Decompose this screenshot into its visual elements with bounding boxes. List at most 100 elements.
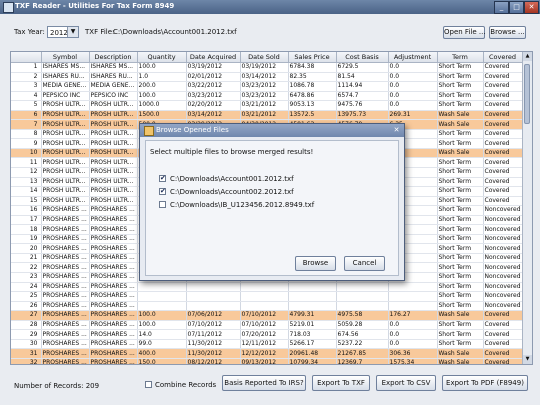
quantity-header[interactable]: Quantity xyxy=(137,52,187,63)
description-cell: PROSHARES ... xyxy=(89,329,138,340)
table-row[interactable]: 31 PROSHARES ... PROSHARES ... 400.0 11/30/2… xyxy=(11,348,523,359)
row-number: 28 xyxy=(11,320,42,331)
dialog-cancel-button[interactable]: Cancel xyxy=(344,256,385,271)
folder-icon xyxy=(144,126,154,136)
covered-cell: Noncovered xyxy=(483,215,523,226)
symbol-cell: PROSH ULTR... xyxy=(41,196,90,207)
covered-header[interactable]: Covered xyxy=(483,52,523,63)
cost-basis-cell: 9475.76 xyxy=(336,100,389,111)
row-number: 3 xyxy=(11,81,42,92)
adjustment-cell xyxy=(388,291,438,302)
dialog-browse-button[interactable]: Browse xyxy=(295,256,336,271)
description-cell: PROSH ULTR... xyxy=(89,100,138,111)
term-cell: Short Term xyxy=(437,234,484,245)
sales-price-cell: 10799.34 xyxy=(288,358,337,364)
symbol-cell: PROSH ULTR... xyxy=(41,167,90,178)
export-csv-button[interactable]: Export To CSV xyxy=(376,375,436,391)
cost-basis-header[interactable]: Cost Basis xyxy=(336,52,389,63)
close-button[interactable]: ✕ xyxy=(524,1,539,14)
table-row[interactable]: 28 PROSHARES ... PROSHARES ... 100.0 07/10/2… xyxy=(11,320,523,331)
term-header[interactable]: Term xyxy=(437,52,484,63)
table-row[interactable]: 30 PROSHARES ... PROSHARES ... 99.0 11/30/20… xyxy=(11,339,523,350)
term-cell: Short Term xyxy=(437,262,484,274)
sales-price-header[interactable]: Sales Price xyxy=(288,52,337,63)
file-checkbox-2[interactable] xyxy=(159,187,166,195)
covered-cell: Covered xyxy=(483,72,523,83)
table-row[interactable]: 2 ISHARES RU... ISHARES RU... 1.0 02/01/2012… xyxy=(11,72,523,83)
table-row[interactable]: 5 PROSH ULTR... PROSH ULTR... 1000.0 02/20/2… xyxy=(11,100,523,111)
file-checkbox-1[interactable] xyxy=(159,174,166,182)
toolbar: Tax Year: 2012 ▼ TXF File: C:\Downloads\… xyxy=(0,14,540,50)
minimize-button[interactable]: _ xyxy=(494,1,509,14)
table-row[interactable]: 6 PROSH ULTR... PROSH ULTR... 1500.0 03/14/2… xyxy=(11,110,523,121)
symbol-cell: PROSH ULTR... xyxy=(41,177,90,188)
export-txf-button[interactable]: Export To TXF xyxy=(312,375,370,391)
quantity-cell: 400.0 xyxy=(137,348,187,359)
description-cell: PROSHARES ... xyxy=(89,358,138,364)
symbol-cell: PROSHARES ... xyxy=(41,339,90,350)
symbol-cell: PROSH ULTR... xyxy=(41,119,90,130)
table-row[interactable]: 26 PROSHARES ... PROSHARES ... Short Term No… xyxy=(11,301,523,312)
row-number: 17 xyxy=(11,215,42,226)
term-cell: Wash Sale xyxy=(437,110,484,121)
covered-cell: Covered xyxy=(483,148,523,159)
date-acquired-cell: 07/11/2012 xyxy=(186,329,241,340)
row-number: 18 xyxy=(11,224,42,235)
tax-year-select[interactable]: 2012 ▼ xyxy=(47,26,79,38)
open-file-button[interactable]: Open File ... xyxy=(443,26,486,39)
dialog-body: Select multiple files to browse merged r… xyxy=(145,140,399,276)
table-row[interactable]: 4 PEPSICO INC PEPSICO INC 100.0 03/23/2012 03… xyxy=(11,91,523,102)
table-row[interactable]: 29 PROSHARES ... PROSHARES ... 14.0 07/11/20… xyxy=(11,329,523,340)
term-cell: Short Term xyxy=(437,282,484,293)
quantity-cell: 150.0 xyxy=(137,358,187,364)
covered-cell: Noncovered xyxy=(483,243,523,254)
adjustment-header[interactable]: Adjustment xyxy=(388,52,438,63)
description-cell: PROSH ULTR... xyxy=(89,129,138,140)
basis-reported-button[interactable]: Basis Reported To IRS? xyxy=(222,375,306,391)
adjustment-cell xyxy=(388,282,438,293)
term-cell: Short Term xyxy=(437,224,484,235)
covered-cell: Covered xyxy=(483,129,523,140)
browse-button[interactable]: Browse ... xyxy=(489,26,526,39)
sales-price-cell: 82.35 xyxy=(288,72,337,83)
cost-basis-cell: 6729.5 xyxy=(336,62,389,73)
table-row[interactable]: 3 MEDIA GENE... MEDIA GENE... 200.0 03/22/20… xyxy=(11,81,523,92)
description-cell: PROSHARES ... xyxy=(89,348,138,359)
table-row[interactable]: 32 PROSHARES ... PROSHARES ... 150.0 08/12/2… xyxy=(11,358,523,364)
symbol-cell: PROSH ULTR... xyxy=(41,100,90,111)
adjustment-cell: 0.0 xyxy=(388,81,438,92)
symbol-cell: ISHARES MS... xyxy=(41,62,90,73)
date-sold-header[interactable]: Date Sold xyxy=(240,52,289,63)
date-acquired-header[interactable]: Date Acquired xyxy=(186,52,241,63)
covered-cell: Noncovered xyxy=(483,253,523,264)
description-header[interactable]: Description xyxy=(89,52,138,63)
dialog-close-icon[interactable]: ✕ xyxy=(392,126,401,134)
records-count: Number of Records: 209 xyxy=(14,382,100,390)
export-pdf-button[interactable]: Export To PDF (F8949) xyxy=(442,375,528,391)
sales-price-cell xyxy=(288,301,337,312)
scroll-thumb[interactable] xyxy=(524,64,530,124)
date-sold-cell: 03/21/2012 xyxy=(240,100,289,111)
table-row[interactable]: 24 PROSHARES ... PROSHARES ... Short Term No… xyxy=(11,282,523,293)
quantity-cell: 1000.0 xyxy=(137,100,187,111)
row-number-header[interactable] xyxy=(11,52,42,63)
scroll-up-icon[interactable]: ▲ xyxy=(523,52,532,61)
quantity-cell: 100.0 xyxy=(137,320,187,331)
description-cell: PROSHARES ... xyxy=(89,272,138,283)
date-acquired-cell: 02/01/2012 xyxy=(186,72,241,83)
table-row[interactable]: 25 PROSHARES ... PROSHARES ... Short Term No… xyxy=(11,291,523,302)
combine-records-checkbox[interactable] xyxy=(145,381,152,388)
file-checkbox-3[interactable] xyxy=(159,201,166,208)
vertical-scrollbar[interactable]: ▲ ▼ xyxy=(522,52,532,364)
file-path-1: C:\Downloads\Account001.2012.txf xyxy=(170,175,294,183)
table-row[interactable]: 27 PROSHARES ... PROSHARES ... 100.0 07/06/2… xyxy=(11,310,523,321)
table-row[interactable]: 1 ISHARES MS... ISHARES MS... 100.0 03/19/20… xyxy=(11,62,523,73)
scroll-down-icon[interactable]: ▼ xyxy=(523,355,532,364)
symbol-cell: PROSH ULTR... xyxy=(41,157,90,168)
row-number: 20 xyxy=(11,243,42,254)
symbol-header[interactable]: Symbol xyxy=(41,52,90,63)
description-cell: PROSHARES ... xyxy=(89,234,138,245)
term-cell: Wash Sale xyxy=(437,119,484,130)
maximize-button[interactable]: □ xyxy=(509,1,524,14)
adjustment-cell: 0.0 xyxy=(388,339,438,350)
